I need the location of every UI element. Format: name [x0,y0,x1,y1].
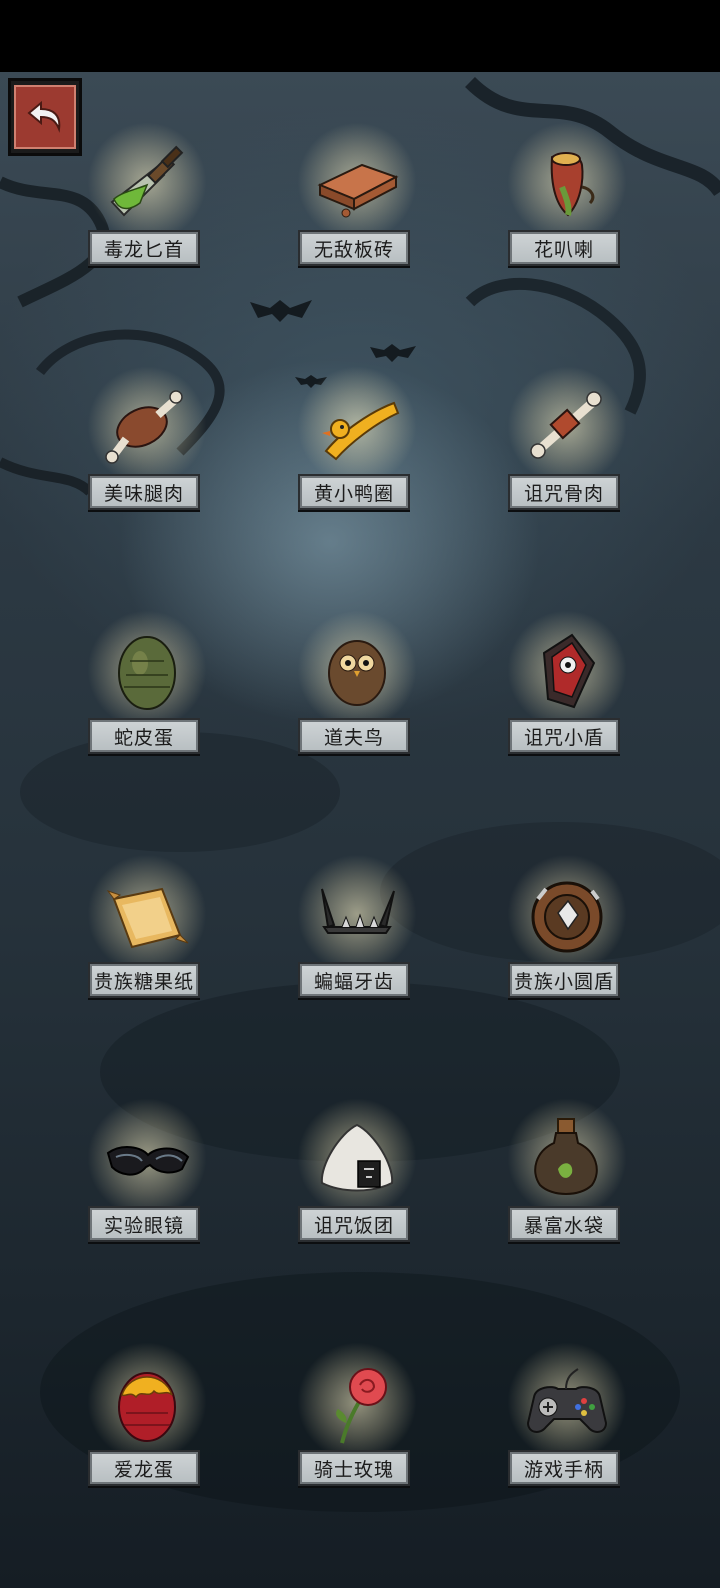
item-card[interactable]: 道夫鸟 [267,610,447,770]
red-dragon-egg-icon [118,1372,176,1442]
duck-ring-icon [322,401,400,461]
item-label: 道夫鸟 [298,718,410,754]
item-label: 毒龙匕首 [88,230,200,266]
status-bar [0,0,720,72]
meat-leg-icon [105,390,183,464]
item-card[interactable]: 暴富水袋 [477,1098,657,1258]
item-card[interactable]: 花叭喇 [477,122,657,282]
item-card[interactable]: 诅咒小盾 [477,610,657,770]
item-card[interactable]: 贵族小圆盾 [477,854,657,1014]
item-card[interactable]: 贵族糖果纸 [57,854,237,1014]
rice-ball-icon [320,1123,394,1192]
item-card[interactable]: 游戏手柄 [477,1342,657,1502]
item-label: 贵族糖果纸 [88,962,200,998]
item-label: 诅咒饭团 [298,1206,410,1242]
brick-icon [317,163,399,218]
item-label: 爱龙蛋 [88,1450,200,1486]
item-label: 蝙蝠牙齿 [298,962,410,998]
item-label: 花叭喇 [508,230,620,266]
poison-dagger-icon [110,145,184,217]
item-card[interactable]: 蛇皮蛋 [57,610,237,770]
item-card[interactable]: 诅咒骨肉 [477,366,657,526]
item-card[interactable]: 毒龙匕首 [57,122,237,282]
item-card[interactable]: 爱龙蛋 [57,1342,237,1502]
item-card[interactable]: 骑士玫瑰 [267,1342,447,1502]
item-label: 黄小鸭圈 [298,474,410,510]
bat-teeth-icon [321,888,395,934]
snakeskin-egg-icon [118,636,176,710]
item-label: 暴富水袋 [508,1206,620,1242]
round-shield-icon [531,881,603,953]
item-label: 诅咒骨肉 [508,474,620,510]
item-card[interactable]: 蝙蝠牙齿 [267,854,447,1014]
item-label: 无敌板砖 [298,230,410,266]
cursed-bone-meat-icon [530,391,602,459]
item-label: 美味腿肉 [88,474,200,510]
rose-icon [336,1368,387,1444]
item-card[interactable]: 无敌板砖 [267,122,447,282]
item-label: 贵族小圆盾 [508,962,620,998]
item-card[interactable]: 诅咒饭团 [267,1098,447,1258]
cursed-shield-icon [542,633,596,709]
item-label: 蛇皮蛋 [88,718,200,754]
item-card[interactable]: 实验眼镜 [57,1098,237,1258]
goggles-icon [106,1146,190,1176]
item-label: 游戏手柄 [508,1450,620,1486]
item-label: 诅咒小盾 [508,718,620,754]
potion-flask-icon [534,1118,598,1195]
item-card[interactable]: 美味腿肉 [57,366,237,526]
pitcher-plant-icon [550,152,595,217]
item-collection-screen: 毒龙匕首 无敌板砖 花叭喇 美味腿肉 黄小鸭圈 诅咒骨肉 蛇皮蛋 道夫鸟 诅咒小… [0,72,720,1588]
owl-bird-icon [328,640,386,706]
item-label: 骑士玫瑰 [298,1450,410,1486]
candy-wrapper-icon [106,887,189,949]
item-card[interactable]: 黄小鸭圈 [267,366,447,526]
item-label: 实验眼镜 [88,1206,200,1242]
gamepad-icon [526,1368,608,1433]
